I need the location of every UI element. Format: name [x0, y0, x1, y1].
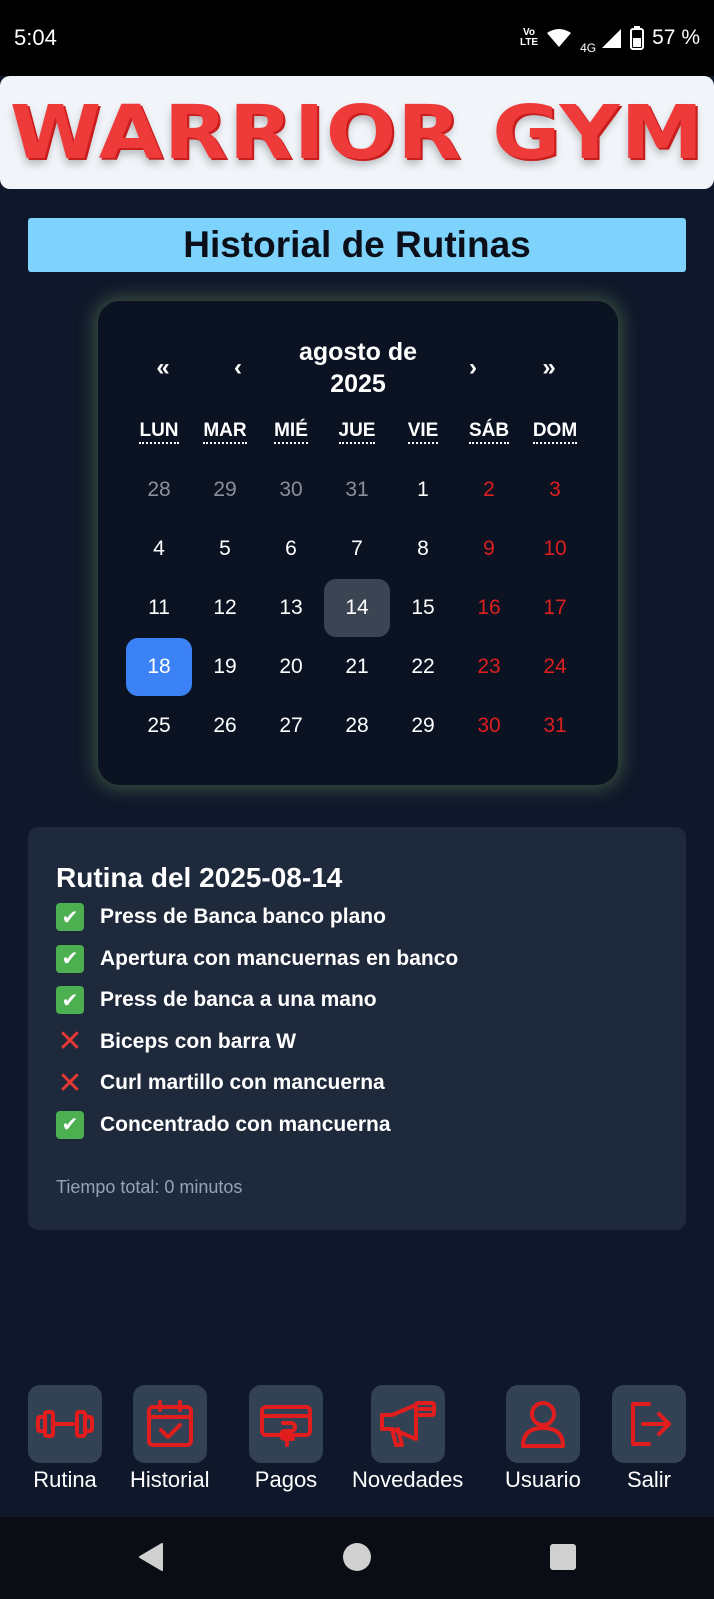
- page-title: Historial de Rutinas: [183, 224, 531, 265]
- calendar-day[interactable]: 3: [522, 461, 588, 519]
- exercise-item: ✕ Biceps con barra W: [56, 1024, 296, 1060]
- prev-year-button[interactable]: «: [138, 336, 188, 400]
- volte-indicator: Vo LTE: [519, 27, 539, 48]
- nav-novedades[interactable]: Novedades: [352, 1385, 463, 1493]
- calendar-day[interactable]: 30: [258, 461, 324, 519]
- exercise-name: Apertura con mancuernas en banco: [100, 946, 459, 970]
- weekday-label: JUE: [324, 420, 390, 444]
- calendar-day[interactable]: 25: [126, 697, 192, 755]
- weekday-label: LUN: [126, 420, 192, 444]
- exercise-name: Press de Banca banco plano: [100, 905, 386, 928]
- calendar-day[interactable]: 24: [522, 638, 588, 696]
- check-icon: ✔: [56, 1110, 84, 1139]
- exercise-name: Curl martillo con mancuerna: [100, 1071, 385, 1094]
- calendar-navigation: « ‹ agosto de 2025 › »: [98, 336, 618, 400]
- cross-icon: ✕: [57, 1066, 83, 1100]
- back-icon[interactable]: [136, 1541, 166, 1573]
- system-navigation-bar: [0, 1517, 714, 1599]
- calendar-day[interactable]: 5: [192, 520, 258, 578]
- network-type: 4G: [580, 41, 597, 55]
- weekday-label: SÁB: [456, 420, 522, 444]
- calendar-day[interactable]: 31: [522, 697, 588, 755]
- calendar-day[interactable]: 26: [192, 697, 258, 755]
- exercise-item: ✔ Apertura con mancuernas en banco: [56, 941, 458, 977]
- calendar-day[interactable]: 13: [258, 579, 324, 637]
- cross-icon: ✕: [57, 1025, 83, 1058]
- check-icon: ✔: [56, 986, 84, 1014]
- status-time: 5:04: [14, 25, 57, 50]
- exercise-name: Concentrado con mancuerna: [100, 1112, 391, 1136]
- recents-icon[interactable]: [549, 1541, 577, 1573]
- weekday-label: MIÉ: [258, 420, 324, 444]
- megaphone-icon: [370, 1385, 445, 1463]
- weekday-label: VIE: [390, 420, 456, 444]
- calendar-day[interactable]: 8: [390, 520, 456, 578]
- battery-icon: [630, 26, 645, 50]
- nav-rutina[interactable]: Rutina: [28, 1385, 102, 1493]
- calendar-check-icon: [132, 1385, 207, 1463]
- logout-icon: [612, 1385, 686, 1463]
- calendar-day[interactable]: 11: [126, 579, 192, 637]
- next-month-button[interactable]: ›: [448, 336, 498, 400]
- check-icon: ✔: [56, 903, 84, 931]
- calendar-day[interactable]: 15: [390, 579, 456, 637]
- calendar-day[interactable]: 2: [456, 461, 522, 519]
- nav-salir[interactable]: Salir: [612, 1385, 686, 1493]
- calendar-weekdays: LUN MAR MIÉ JUE VIE SÁB DOM: [126, 420, 602, 450]
- brand-logo: WARRIOR GYM: [9, 89, 705, 176]
- calendar-day[interactable]: 28: [126, 461, 192, 519]
- calendar-day[interactable]: 12: [192, 579, 258, 637]
- calendar-day[interactable]: 23: [456, 638, 522, 696]
- calendar-day[interactable]: 29: [192, 461, 258, 519]
- bottom-navigation: Rutina Historial Pagos Novedades Usuario…: [0, 1385, 714, 1500]
- calendar-day[interactable]: 6: [258, 520, 324, 578]
- calendar-day[interactable]: 21: [324, 638, 390, 696]
- calendar-day[interactable]: 27: [258, 697, 324, 755]
- signal-icon: [602, 29, 622, 48]
- calendar-day[interactable]: 10: [522, 520, 588, 578]
- calendar-day[interactable]: 14: [324, 579, 390, 637]
- page-title-banner: Historial de Rutinas: [28, 218, 686, 272]
- brand-header: WARRIOR GYM: [0, 76, 714, 189]
- calendar-day[interactable]: 1: [390, 461, 456, 519]
- weekday-label: MAR: [192, 420, 258, 444]
- calendar-day[interactable]: 28: [324, 697, 390, 755]
- weekday-label: DOM: [522, 420, 588, 444]
- calendar-day[interactable]: 31: [324, 461, 390, 519]
- home-icon[interactable]: [342, 1541, 372, 1573]
- user-icon: [505, 1385, 580, 1463]
- check-icon: ✔: [56, 944, 84, 973]
- wifi-icon: [547, 29, 572, 47]
- nav-pagos[interactable]: Pagos: [249, 1385, 323, 1493]
- exercise-name: Press de banca a una mano: [100, 988, 377, 1011]
- calendar-day[interactable]: 19: [192, 638, 258, 696]
- exercise-item: ✔ Press de Banca banco plano: [56, 899, 386, 935]
- battery-percent: 57 %: [652, 26, 700, 49]
- status-bar: 5:04 Vo LTE 4G 57 %: [0, 0, 714, 76]
- payment-icon: [249, 1385, 323, 1463]
- exercise-item: ✕ Curl martillo con mancuerna: [56, 1065, 385, 1101]
- nav-historial[interactable]: Historial: [130, 1385, 209, 1493]
- calendar-day[interactable]: 18: [126, 638, 192, 696]
- calendar-day[interactable]: 30: [456, 697, 522, 755]
- nav-usuario[interactable]: Usuario: [505, 1385, 581, 1493]
- calendar-day[interactable]: 17: [522, 579, 588, 637]
- exercise-name: Biceps con barra W: [100, 1029, 297, 1053]
- exercise-item: ✔ Concentrado con mancuerna: [56, 1107, 391, 1143]
- calendar-day[interactable]: 7: [324, 520, 390, 578]
- total-time: Tiempo total: 0 minutos: [56, 1177, 243, 1197]
- dumbbell-icon: [28, 1385, 102, 1463]
- calendar-day[interactable]: 16: [456, 579, 522, 637]
- calendar-day[interactable]: 9: [456, 520, 522, 578]
- routine-title: Rutina del 2025-08-14: [56, 862, 343, 893]
- calendar-day[interactable]: 4: [126, 520, 192, 578]
- exercise-item: ✔ Press de banca a una mano: [56, 982, 377, 1018]
- calendar-day[interactable]: 22: [390, 638, 456, 696]
- calendar-day[interactable]: 29: [390, 697, 456, 755]
- calendar-day[interactable]: 20: [258, 638, 324, 696]
- calendar-month-label[interactable]: agosto de 2025: [278, 336, 438, 400]
- next-year-button[interactable]: »: [524, 336, 574, 400]
- prev-month-button[interactable]: ‹: [213, 336, 263, 400]
- status-icons: Vo LTE 4G 57 %: [520, 21, 700, 55]
